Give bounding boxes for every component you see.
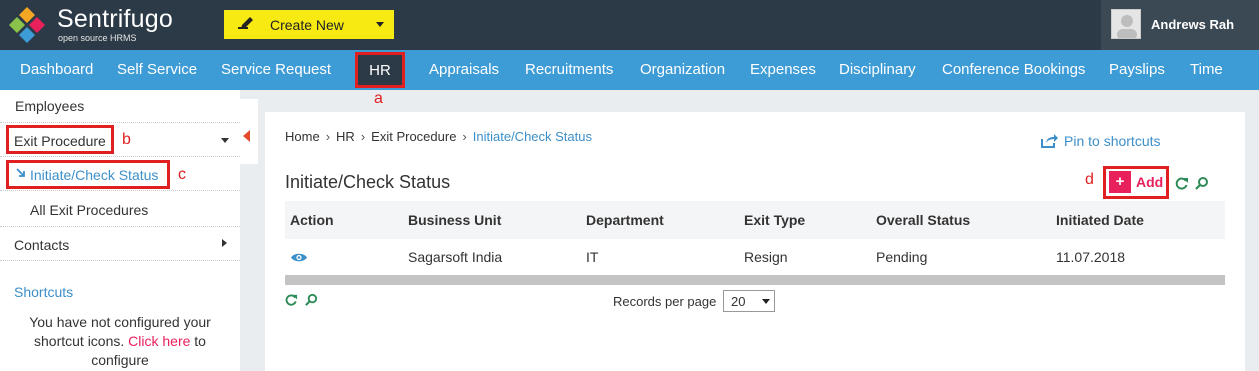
nav-dashboard[interactable]: Dashboard (20, 50, 93, 90)
chevron-down-icon (762, 299, 770, 304)
refresh-icon[interactable] (284, 293, 298, 307)
horizontal-scrollbar[interactable] (285, 275, 1225, 285)
create-new-button[interactable]: Create New (224, 10, 394, 39)
shortcuts-message-text: shortcut icons. (34, 333, 125, 349)
column-header-department[interactable]: Department (586, 201, 664, 239)
breadcrumb-home[interactable]: Home (285, 129, 320, 144)
configure-shortcuts-link[interactable]: Click here (128, 333, 190, 349)
nav-time[interactable]: Time (1190, 50, 1223, 90)
search-icon[interactable] (1194, 176, 1209, 191)
nav-disciplinary[interactable]: Disciplinary (839, 50, 916, 90)
brand-tagline: open source HRMS (58, 33, 137, 43)
edit-icon (238, 17, 253, 29)
nav-conference-bookings[interactable]: Conference Bookings (942, 50, 1085, 90)
sidebar-item-label: Contacts (14, 237, 70, 253)
annotation-d: d (1085, 171, 1094, 188)
cell-overall-status: Pending (876, 249, 928, 265)
sidebar-item-contacts[interactable]: Contacts (0, 227, 240, 261)
sentrifugo-logo-icon[interactable] (8, 6, 46, 44)
page-title: Initiate/Check Status (285, 172, 451, 192)
nav-appraisals[interactable]: Appraisals (429, 50, 499, 90)
shortcuts-message-line: You have not configured your (29, 314, 211, 330)
nav-self-service[interactable]: Self Service (117, 50, 197, 90)
brand-name: Sentrifugo (57, 5, 173, 33)
shortcuts-message-line: shortcut icons. Click here to (0, 332, 240, 351)
highlight-exit-procedure (6, 125, 114, 154)
nav-payslips[interactable]: Payslips (1109, 50, 1165, 90)
column-header-overall-status[interactable]: Overall Status (876, 201, 970, 239)
breadcrumb-current: Initiate/Check Status (472, 129, 592, 144)
shortcuts-heading: Shortcuts (14, 284, 74, 300)
records-per-page-label: Records per page (613, 294, 717, 309)
annotation-c: c (178, 166, 186, 183)
view-eye-icon[interactable] (290, 252, 308, 263)
annotation-b: b (122, 131, 131, 148)
highlight-add-button (1103, 166, 1169, 199)
sidebar-collapse-toggle[interactable] (240, 99, 258, 164)
shortcuts-message: You have not configured your shortcut ic… (0, 313, 240, 370)
nav-expenses[interactable]: Expenses (750, 50, 816, 90)
cell-initiated-date: 11.07.2018 (1056, 249, 1126, 265)
breadcrumb-separator-icon: › (462, 129, 467, 144)
user-icon (1117, 15, 1137, 38)
breadcrumb-separator-icon: › (360, 129, 366, 144)
user-menu[interactable]: Andrews Rah (1101, 0, 1259, 50)
breadcrumb: Home › HR › Exit Procedure › Initiate/Check St… (285, 129, 592, 144)
user-name: Andrews Rah (1151, 17, 1235, 32)
breadcrumb-separator-icon: › (325, 129, 331, 144)
nav-hr[interactable]: HR (355, 52, 405, 88)
shortcuts-message-text: to (194, 333, 206, 349)
share-icon (1041, 134, 1058, 148)
cell-department: IT (586, 249, 599, 265)
table-header: Action Business Unit Department Exit Typ… (285, 201, 1225, 239)
chevron-right-icon (222, 239, 227, 247)
sidebar-item-all-exit-procedures[interactable]: All Exit Procedures (0, 191, 240, 227)
nav-organization[interactable]: Organization (640, 50, 725, 90)
main-panel: Home › HR › Exit Procedure › Initiate/Check St… (265, 112, 1245, 371)
column-header-exit-type[interactable]: Exit Type (744, 201, 805, 239)
column-header-initiated-date[interactable]: Initiated Date (1056, 201, 1144, 239)
create-new-label: Create New (270, 17, 344, 33)
chevron-down-icon (376, 22, 384, 27)
pin-to-shortcuts-label: Pin to shortcuts (1064, 133, 1161, 149)
cell-exit-type: Resign (744, 249, 788, 265)
records-per-page-select[interactable]: 20 (723, 290, 775, 312)
sidebar-item-employees[interactable]: Employees (0, 90, 240, 123)
search-icon[interactable] (304, 293, 318, 307)
sidebar-item-label: All Exit Procedures (30, 202, 149, 218)
column-header-action: Action (290, 212, 334, 228)
refresh-icon[interactable] (1174, 176, 1189, 191)
nav-service-request[interactable]: Service Request (221, 50, 331, 90)
main-nav: Dashboard Self Service Service Request H… (0, 50, 1259, 90)
avatar (1111, 9, 1141, 39)
records-per-page-value: 20 (731, 294, 746, 309)
table-row: Sagarsoft India IT Resign Pending 11.07.… (285, 239, 1225, 275)
breadcrumb-hr[interactable]: HR (336, 129, 355, 144)
chevron-left-icon (243, 130, 250, 142)
cell-business-unit: Sagarsoft India (408, 249, 503, 265)
breadcrumb-exit-procedure[interactable]: Exit Procedure (371, 129, 456, 144)
column-header-business-unit[interactable]: Business Unit (408, 201, 501, 239)
highlight-initiate-check-status (6, 160, 170, 189)
sidebar-item-label: Employees (15, 98, 85, 114)
chevron-down-icon (221, 138, 229, 143)
shortcuts-message-line: configure (91, 352, 149, 368)
top-header: Sentrifugo open source HRMS Create New A… (0, 0, 1259, 50)
annotation-a: a (374, 90, 383, 107)
nav-recruitments[interactable]: Recruitments (525, 50, 613, 90)
